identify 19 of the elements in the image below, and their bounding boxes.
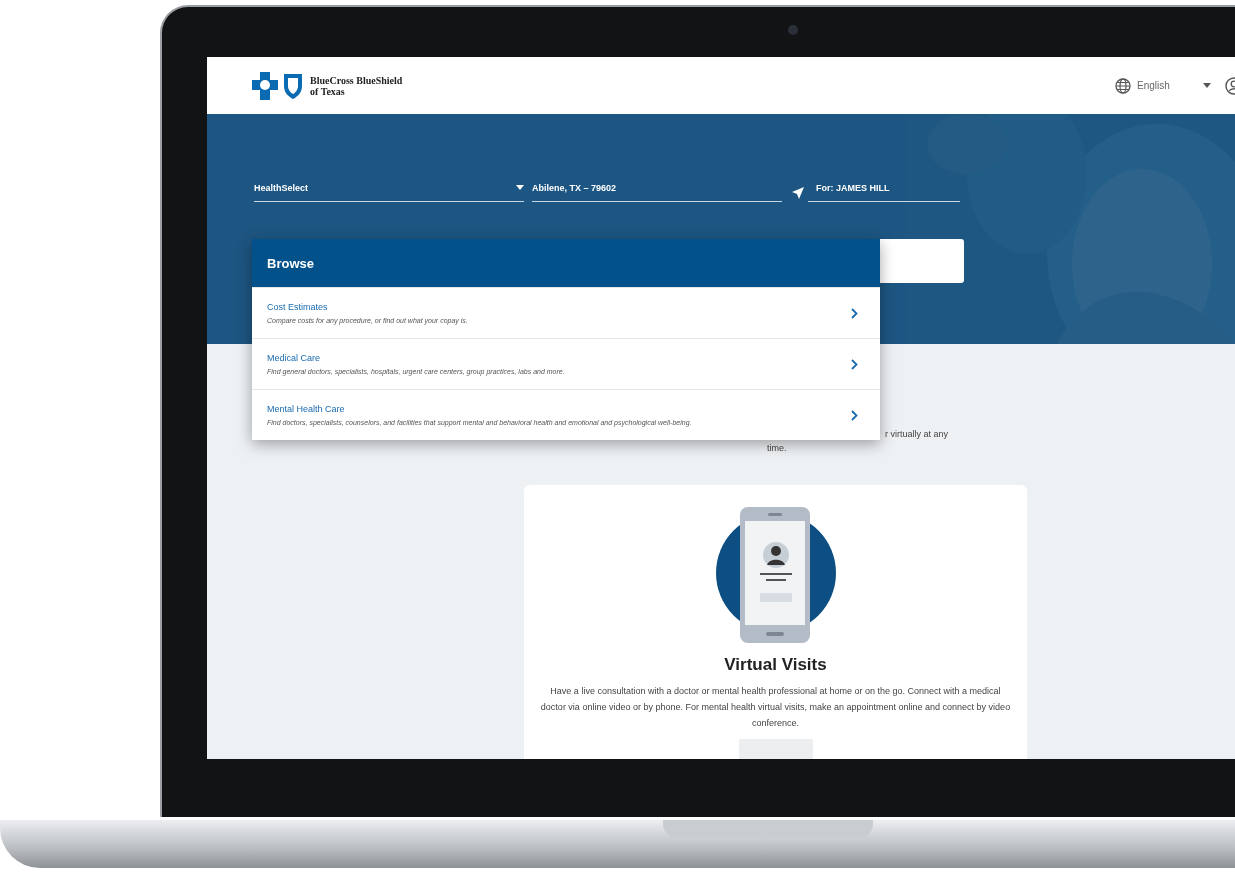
globe-icon [1115, 77, 1131, 94]
chevron-right-icon [851, 409, 858, 421]
caret-icon [1203, 83, 1211, 88]
intro-text: time. [767, 443, 787, 453]
card-title: Virtual Visits [724, 655, 827, 675]
language-select[interactable]: English [1115, 77, 1211, 94]
intro-text: r virtually at any [885, 429, 949, 439]
brand-name: BlueCross BlueShield of Texas [310, 74, 403, 97]
card-description: Have a live consultation with a doctor or mental health professional at home or on the go. Connect with a medical doctor via online video or by phone. For mental health virtual visits, make an appointment online and connect by video conference. [540, 685, 1011, 730]
chevron-right-icon [851, 307, 858, 319]
caret-icon [516, 185, 524, 190]
location-arrow-icon [792, 186, 804, 199]
filter-field[interactable]: For: JAMES HILL [808, 178, 960, 202]
menu-header: Browse [252, 239, 880, 287]
filter-field[interactable]: Abilene, TX – 79602 [532, 178, 782, 202]
camera-icon [788, 25, 798, 35]
filter-field[interactable]: HealthSelect [254, 178, 524, 202]
logo-icon [252, 71, 304, 100]
chevron-right-icon [851, 358, 858, 370]
